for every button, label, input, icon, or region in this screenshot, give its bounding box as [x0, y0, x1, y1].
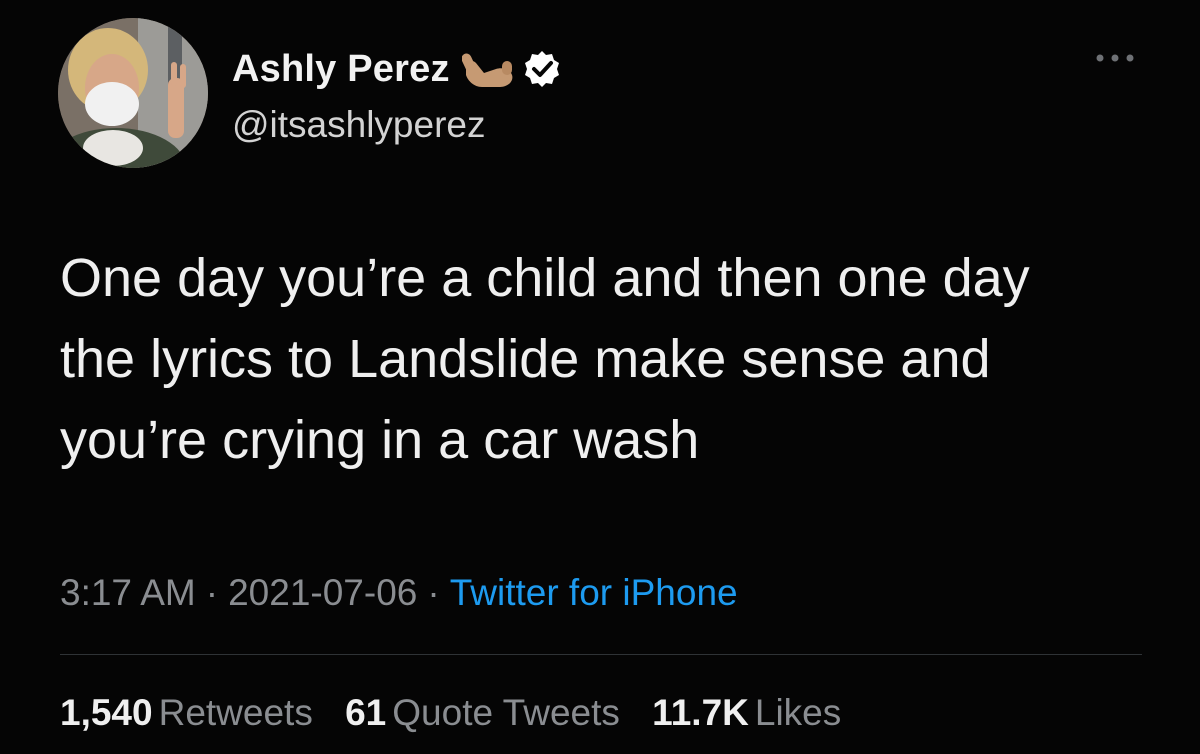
- tweet-date[interactable]: 2021-07-06: [228, 572, 417, 613]
- avatar[interactable]: [58, 18, 208, 168]
- tweet-meta: 3:17 AM · 2021-07-06 · Twitter for iPhone: [60, 572, 738, 614]
- retweets-count: 1,540: [60, 692, 153, 733]
- verified-badge-icon: [524, 51, 559, 87]
- tweet-text-line: you’re crying in a car wash: [60, 410, 700, 470]
- meta-separator: ·: [205, 572, 219, 613]
- divider: [60, 654, 1142, 655]
- avatar-image: [58, 18, 208, 168]
- tweet-source-link[interactable]: Twitter for iPhone: [450, 572, 738, 613]
- quote-tweets-count: 61: [345, 692, 387, 733]
- tweet-text-line: One day you’re a child and then one day: [60, 248, 1030, 308]
- more-options-icon[interactable]: [1090, 46, 1140, 70]
- likes-label: Likes: [754, 692, 842, 733]
- tweet-stats: 1,540 Retweets 61 Quote Tweets 11.7K Likes: [60, 692, 863, 734]
- likes-stat[interactable]: 11.7K Likes: [652, 692, 841, 733]
- quote-tweets-label: Quote Tweets: [392, 692, 620, 733]
- quote-tweets-stat[interactable]: 61 Quote Tweets: [345, 692, 620, 733]
- tweet-text: One day you’re a child and then one day …: [60, 238, 1170, 481]
- tweet-time[interactable]: 3:17 AM: [60, 572, 196, 613]
- author-display-name[interactable]: Ashly Perez: [232, 48, 450, 91]
- retweets-label: Retweets: [158, 692, 313, 733]
- retweets-stat[interactable]: 1,540 Retweets: [60, 692, 313, 733]
- tweet-text-line: the lyrics to Landslide make sense and: [60, 329, 991, 389]
- author-handle[interactable]: @itsashlyperez: [232, 104, 486, 146]
- tweet-card: Ashly Perez @itsashlyperez One day you’r…: [0, 0, 1200, 754]
- call-me-hand-emoji-icon: [461, 53, 513, 87]
- meta-separator: ·: [427, 572, 440, 613]
- author-name-row: Ashly Perez: [232, 44, 562, 94]
- likes-count: 11.7K: [652, 692, 749, 733]
